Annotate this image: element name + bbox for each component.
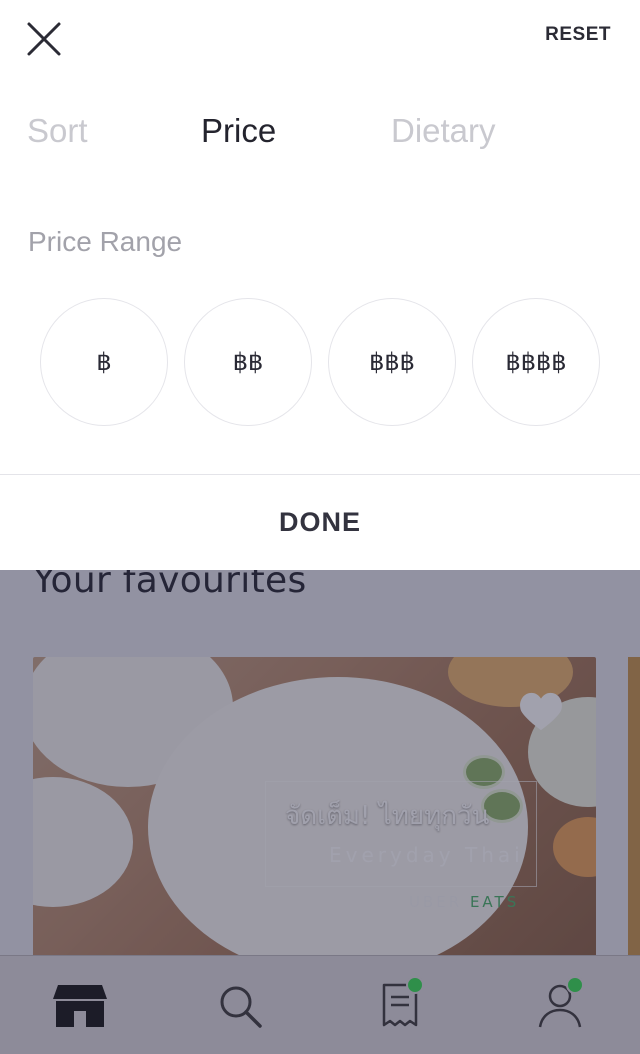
nav-orders[interactable] [370, 976, 430, 1034]
price-option-2[interactable]: ฿฿ [184, 298, 312, 426]
tab-price[interactable]: Price [201, 112, 276, 150]
nav-home[interactable] [50, 978, 110, 1034]
bottom-nav [0, 955, 640, 1054]
reset-button[interactable]: RESET [545, 24, 611, 46]
tab-sort[interactable]: Sort [27, 112, 88, 150]
nav-search[interactable] [210, 978, 270, 1034]
orders-badge [406, 976, 424, 994]
search-icon [220, 986, 262, 1028]
close-icon[interactable] [26, 21, 62, 57]
price-option-3[interactable]: ฿฿฿ [328, 298, 456, 426]
price-option-1[interactable]: ฿ [40, 298, 168, 426]
home-icon [53, 985, 107, 1027]
price-option-4[interactable]: ฿฿฿฿ [472, 298, 600, 426]
done-button[interactable]: DONE [0, 475, 640, 570]
account-badge [566, 976, 584, 994]
filter-sheet: RESET Sort Price Dietary Price Range ฿ ฿… [0, 0, 640, 570]
nav-account[interactable] [530, 976, 590, 1034]
price-range-label: Price Range [28, 226, 183, 257]
tab-dietary[interactable]: Dietary [391, 112, 496, 150]
